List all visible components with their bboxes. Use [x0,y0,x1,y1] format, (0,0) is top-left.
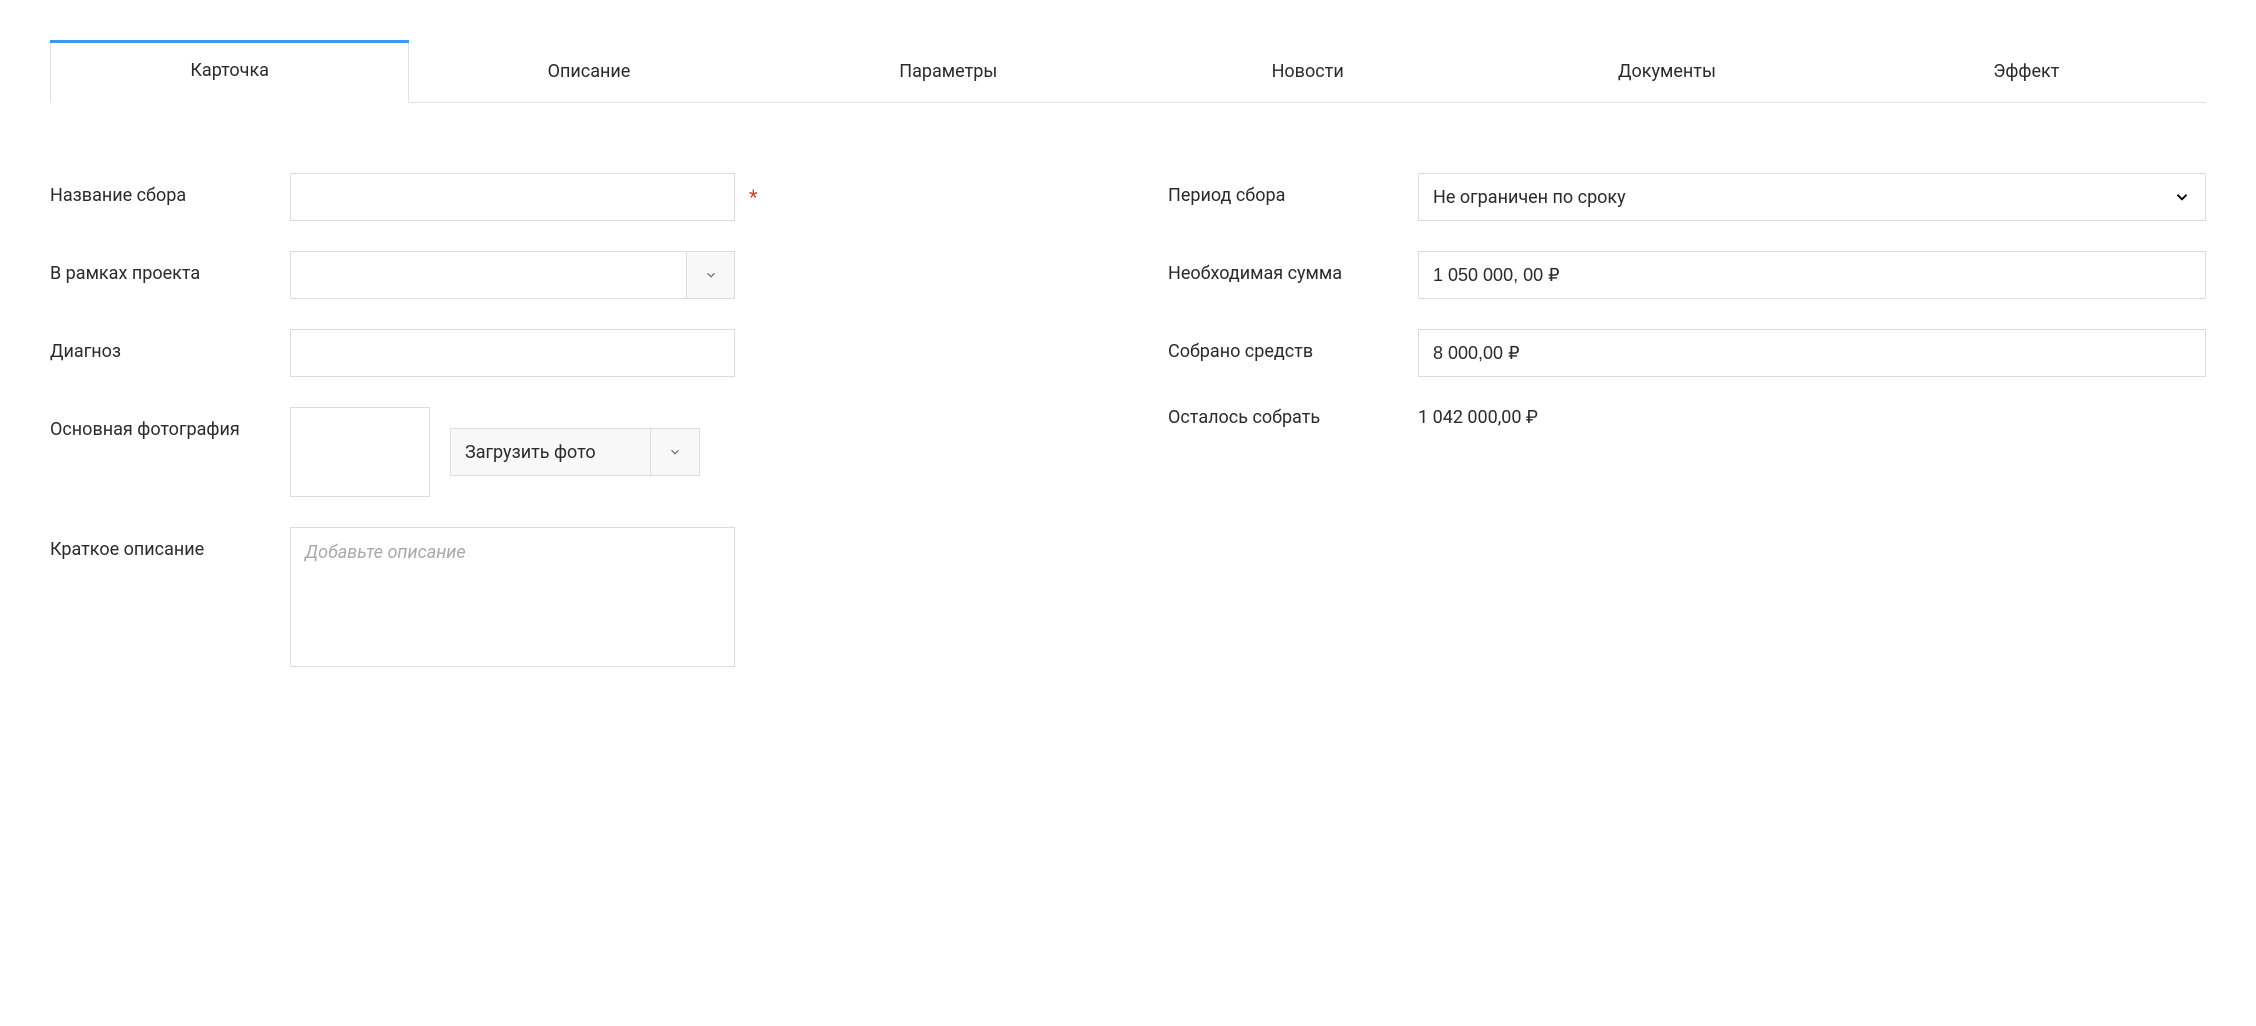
label-period: Период сбора [1168,173,1418,206]
input-name[interactable] [290,173,735,221]
label-project: В рамках проекта [50,251,290,284]
textarea-short-desc[interactable] [290,527,735,667]
input-diagnosis[interactable] [290,329,735,377]
select-project-button[interactable] [686,252,734,298]
row-remaining: Осталось собрать 1 042 000,00 ₽ [1168,407,2206,428]
chevron-down-icon [704,268,718,282]
tab-label: Описание [548,61,631,82]
required-mark-icon: * [749,185,758,209]
label-remaining: Осталось собрать [1168,407,1418,428]
label-goal: Необходимая сумма [1168,251,1418,284]
tab-label: Эффект [1993,61,2059,82]
form-column-left: Название сбора * В рамках проекта [50,173,1088,697]
tabs: Карточка Описание Параметры Новости Доку… [50,40,2206,103]
tab-docs[interactable]: Документы [1487,40,1846,102]
row-short-desc: Краткое описание [50,527,1088,667]
photo-thumbnail[interactable] [290,407,430,497]
row-collected: Собрано средств [1168,329,2206,377]
chevron-down-icon [2173,188,2191,206]
select-period-value: Не ограничен по сроку [1433,187,1626,208]
tab-label: Документы [1618,61,1716,82]
upload-photo-button[interactable] [651,429,699,475]
row-diagnosis: Диагноз [50,329,1088,377]
tab-params[interactable]: Параметры [769,40,1128,102]
label-short-desc: Краткое описание [50,527,290,560]
tab-label: Новости [1272,61,1344,82]
label-diagnosis: Диагноз [50,329,290,362]
input-goal[interactable] [1418,251,2206,299]
form-area: Название сбора * В рамках проекта [50,103,2206,697]
chevron-down-icon [668,445,682,459]
form-column-right: Период сбора Не ограничен по сроку Необх… [1168,173,2206,697]
select-period[interactable]: Не ограничен по сроку [1418,173,2206,221]
tab-description[interactable]: Описание [409,40,768,102]
label-photo: Основная фотография [50,407,290,440]
tab-label: Параметры [899,61,997,82]
tab-label: Карточка [190,60,269,81]
select-project-value [291,252,686,298]
tab-effect[interactable]: Эффект [1847,40,2206,102]
upload-photo-select[interactable]: Загрузить фото [450,428,700,476]
label-collected: Собрано средств [1168,329,1418,362]
upload-photo-label: Загрузить фото [451,429,651,475]
value-remaining: 1 042 000,00 ₽ [1418,407,1538,428]
select-project[interactable] [290,251,735,299]
row-project: В рамках проекта [50,251,1088,299]
row-photo: Основная фотография Загрузить фото [50,407,1088,497]
tab-news[interactable]: Новости [1128,40,1487,102]
tab-card[interactable]: Карточка [50,40,409,103]
input-collected[interactable] [1418,329,2206,377]
row-period: Период сбора Не ограничен по сроку [1168,173,2206,221]
row-name: Название сбора * [50,173,1088,221]
row-goal: Необходимая сумма [1168,251,2206,299]
label-name: Название сбора [50,173,290,206]
